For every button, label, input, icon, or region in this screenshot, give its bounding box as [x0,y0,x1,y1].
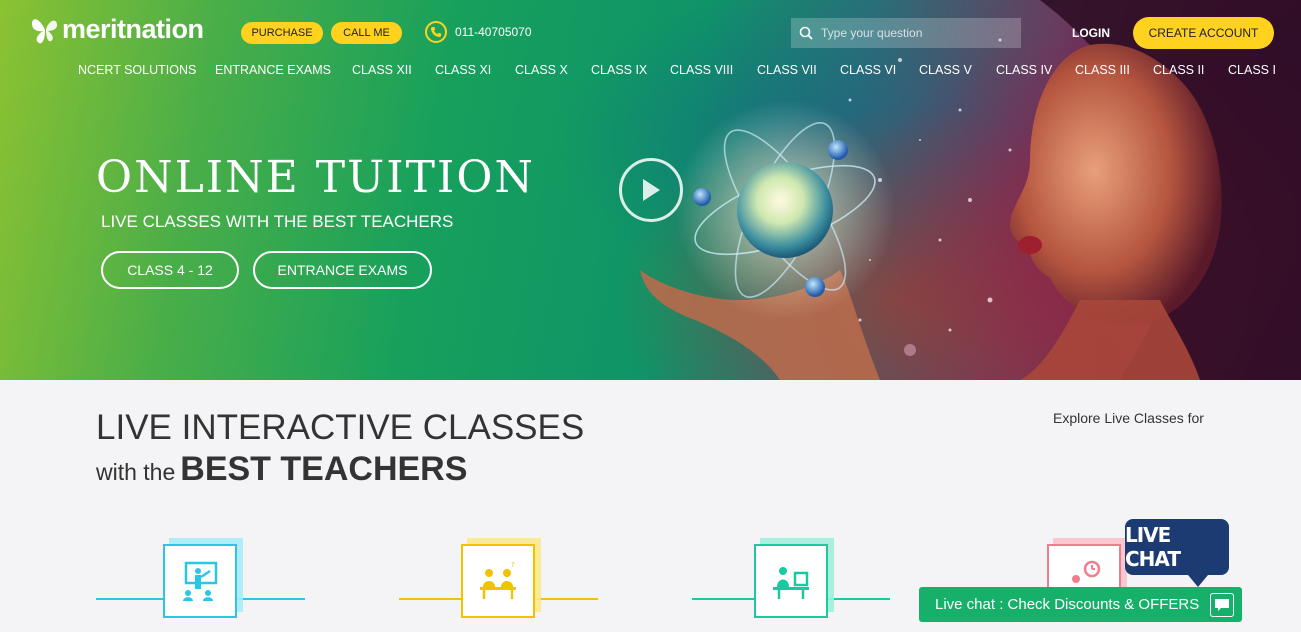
explore-text: Explore Live Classes for [1053,410,1204,426]
atom-orb [737,162,833,258]
nav-item-entrance-exams[interactable]: ENTRANCE EXAMS [215,63,331,77]
live-chat-badge[interactable]: LIVE CHAT [1125,519,1229,587]
section-title: LIVE INTERACTIVE CLASSES [96,408,585,447]
phone-number: 011-40705070 [455,25,532,39]
nav-item-class-xii[interactable]: CLASS XII [352,63,412,77]
butterfly-logo-icon [32,19,58,44]
nav-item-class-v[interactable]: CLASS V [919,63,972,77]
search-box[interactable] [791,18,1021,48]
teacher-board-icon [183,561,218,601]
svg-text:?: ? [511,561,515,569]
lips-shape [1018,236,1042,254]
call-me-button[interactable]: CALL ME [331,22,402,44]
nav-item-class-ix[interactable]: CLASS IX [591,63,647,77]
nav-item-class-i[interactable]: CLASS I [1228,63,1276,77]
play-video-button[interactable] [619,158,683,222]
section-subtitle: with the BEST TEACHERS [96,450,467,489]
live-chat-bar[interactable]: Live chat : Check Discounts & OFFERS [919,587,1242,622]
nav-item-class-vii[interactable]: CLASS VII [757,63,817,77]
nav-item-class-iv[interactable]: CLASS IV [996,63,1052,77]
feature-card-computer[interactable] [754,538,834,618]
nav-item-class-xi[interactable]: CLASS XI [435,63,491,77]
search-input[interactable] [821,26,1001,40]
logo-text: meritnation [62,13,204,44]
purchase-button[interactable]: PURCHASE [241,22,323,44]
student-computer-icon [773,567,809,599]
nav-item-class-x[interactable]: CLASS X [515,63,568,77]
nav-item-class-iii[interactable]: CLASS III [1075,63,1130,77]
live-chat-text: Live chat : Check Discounts & OFFERS [935,596,1200,613]
logo[interactable]: meritnation [30,12,204,46]
nav-item-class-vi[interactable]: CLASS VI [840,63,896,77]
class-4-12-button[interactable]: CLASS 4 - 12 [101,251,239,289]
students-desk-icon: ? [480,561,516,599]
chat-bubble-icon [1210,593,1234,617]
nav-item-class-viii[interactable]: CLASS VIII [670,63,733,77]
create-account-button[interactable]: CREATE ACCOUNT [1133,17,1274,49]
feature-card-teacher[interactable] [163,538,243,618]
phone-contact[interactable]: 011-40705070 [425,21,532,43]
play-icon [643,179,660,201]
hero-subtitle: LIVE CLASSES WITH THE BEST TEACHERS [101,212,454,231]
login-link[interactable]: LOGIN [1072,26,1110,40]
entrance-exams-button[interactable]: ENTRANCE EXAMS [253,251,432,289]
hero-title: ONLINE TUITION [96,152,535,203]
nav-item-ncert-solutions[interactable]: NCERT SOLUTIONS [78,63,196,77]
section-subtitle-bold: BEST TEACHERS [180,450,468,488]
phone-icon [425,21,447,43]
search-icon [799,26,813,40]
hero-banner: meritnation PURCHASE CALL ME 011-4070507… [0,0,1301,380]
nav-item-class-ii[interactable]: CLASS II [1153,63,1204,77]
section-subtitle-prefix: with the [96,459,176,485]
feature-card-students[interactable]: ? [461,538,541,618]
main-nav: NCERT SOLUTIONS ENTRANCE EXAMS CLASS XII… [0,63,1301,81]
